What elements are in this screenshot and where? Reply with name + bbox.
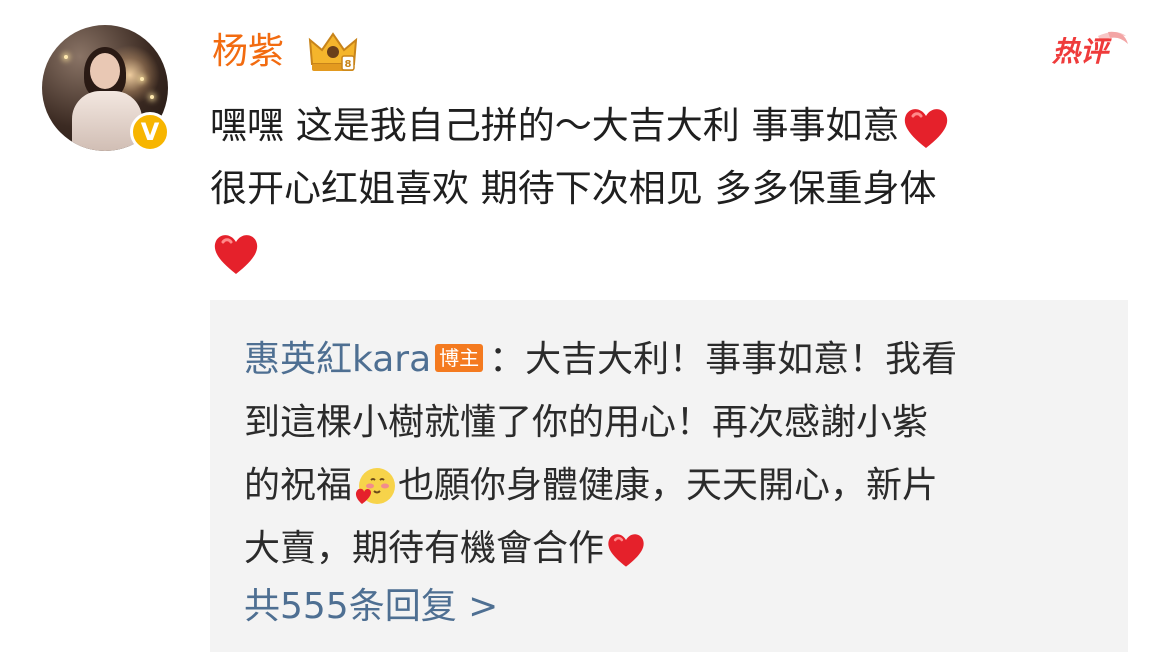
red-heart-icon: [608, 534, 644, 567]
red-heart-icon: [214, 234, 258, 274]
vip-crown-icon[interactable]: 8: [306, 30, 360, 74]
reply-line: 惠英紅kara 博主 ：大吉大利！事事如意！我看: [244, 328, 1094, 391]
hot-comment-label: 热评: [1052, 35, 1109, 68]
reply-author[interactable]: 惠英紅kara: [244, 339, 431, 380]
hot-comment-badge: 热评: [1050, 30, 1130, 74]
reply-text: 到這棵小樹就懂了你的用心！再次感謝小紫: [244, 402, 929, 443]
comment-card: V 杨紫 8 热评 嘿嘿 这是我自己拼的～大吉大利 事事如意 很开心红姐喜欢 期…: [0, 0, 1170, 652]
svg-text:8: 8: [345, 59, 352, 70]
reply-line: 到這棵小樹就懂了你的用心！再次感謝小紫: [244, 391, 1094, 454]
red-heart-icon: [904, 108, 947, 148]
reply-text: 也願你身體健康，天天開心，新片: [398, 465, 939, 506]
sparkle-icon: [150, 95, 154, 99]
comment-text: 很开心红姐喜欢 期待下次相见 多多保重身体: [210, 167, 937, 210]
comment-body: 嘿嘿 这是我自己拼的～大吉大利 事事如意 很开心红姐喜欢 期待下次相见 多多保重…: [210, 94, 1140, 283]
reply-text: ：大吉大利！事事如意！我看: [489, 339, 958, 380]
avatar-face: [90, 53, 120, 89]
comment-author[interactable]: 杨紫: [212, 28, 284, 76]
comment-line: 很开心红姐喜欢 期待下次相见 多多保重身体: [210, 157, 1140, 220]
view-more-replies-link[interactable]: 共555条回复 >: [244, 582, 498, 632]
reply-line: 的祝福 也願你身體健康，天天開心，新片: [244, 454, 1094, 517]
avatar-body: [72, 91, 142, 151]
reply-box[interactable]: 惠英紅kara 博主 ：大吉大利！事事如意！我看 到這棵小樹就懂了你的用心！再次感謝…: [210, 300, 1128, 652]
comment-text: 嘿嘿 这是我自己拼的～大吉大利 事事如意: [210, 104, 900, 147]
comment-line: [210, 220, 1140, 283]
reply-line: 大賣，期待有機會合作: [244, 517, 1094, 580]
sparkle-icon: [140, 77, 144, 81]
sparkle-icon: [64, 55, 68, 59]
verified-v-badge-icon: V: [130, 112, 170, 152]
reply-body: 惠英紅kara 博主 ：大吉大利！事事如意！我看 到這棵小樹就懂了你的用心！再次感謝…: [244, 328, 1094, 580]
blush-hug-emoji-icon: [355, 468, 396, 504]
reply-text: 大賣，期待有機會合作: [244, 528, 605, 569]
blogger-tag: 博主: [435, 344, 484, 372]
comment-line: 嘿嘿 这是我自己拼的～大吉大利 事事如意: [210, 94, 1140, 157]
reply-text: 的祝福: [244, 465, 353, 506]
